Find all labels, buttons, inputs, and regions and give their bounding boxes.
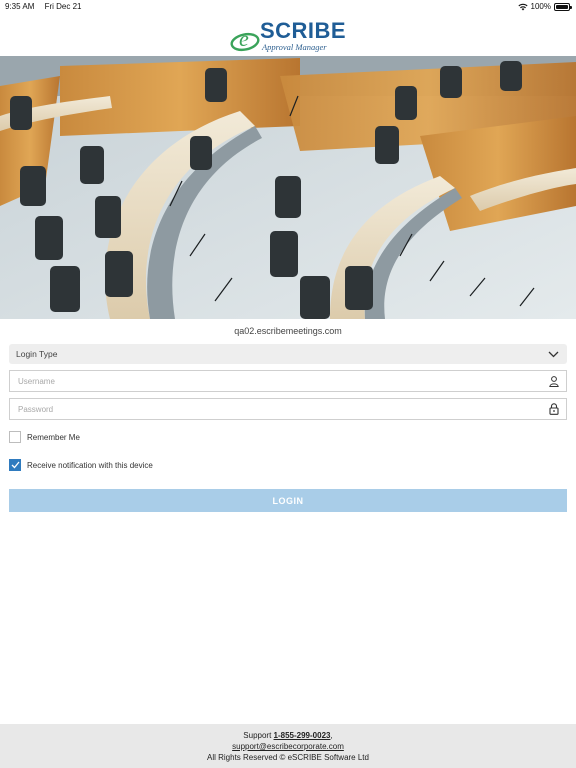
- logo-subtitle: Approval Manager: [261, 42, 327, 52]
- hero-image: [0, 56, 576, 319]
- support-email-link[interactable]: support@escribecorporate.com: [232, 742, 344, 751]
- support-phone-link[interactable]: 1-855-299-0023: [274, 731, 331, 740]
- council-chamber-photo: [0, 56, 576, 319]
- status-date: Fri Dec 21: [44, 2, 82, 11]
- footer-support-line: Support 1-855-299-0023,: [0, 730, 576, 741]
- login-button[interactable]: LOGIN: [9, 489, 567, 512]
- status-time: 9:35 AM: [5, 2, 35, 11]
- escribe-logo: e SCRIBE Approval Manager: [230, 18, 346, 52]
- login-type-label: Login Type: [16, 349, 58, 359]
- remember-me-checkbox[interactable]: [9, 431, 21, 443]
- remember-me-row[interactable]: Remember Me: [9, 431, 80, 443]
- server-domain: qa02.escribemeetings.com: [234, 326, 342, 336]
- checkmark-icon: [11, 461, 20, 469]
- chevron-down-icon: [548, 351, 559, 357]
- support-comma: ,: [330, 731, 333, 740]
- wifi-icon: [517, 3, 528, 10]
- logo-e-swoosh-icon: e: [230, 26, 260, 52]
- battery-fill: [556, 4, 568, 9]
- logo-brand-name: SCRIBE: [259, 18, 347, 43]
- status-left: 9:35 AM Fri Dec 21: [5, 2, 90, 11]
- battery-percent: 100%: [530, 2, 551, 11]
- header: e SCRIBE Approval Manager: [0, 14, 576, 56]
- username-field[interactable]: [9, 370, 567, 392]
- battery-icon: [554, 2, 572, 11]
- user-icon: [549, 375, 559, 387]
- footer: Support 1-855-299-0023, support@escribec…: [0, 724, 576, 768]
- status-bar: 9:35 AM Fri Dec 21 100%: [0, 0, 576, 14]
- username-input[interactable]: [18, 376, 518, 386]
- password-field[interactable]: [9, 398, 567, 420]
- password-input[interactable]: [18, 404, 518, 414]
- remember-me-label: Remember Me: [27, 432, 80, 442]
- footer-email-line: support@escribecorporate.com: [0, 741, 576, 752]
- notification-checkbox[interactable]: [9, 459, 21, 471]
- login-type-select[interactable]: Login Type: [9, 344, 567, 364]
- logo-text: SCRIBE Approval Manager: [259, 18, 347, 53]
- status-right: 100%: [517, 2, 572, 11]
- support-prefix: Support: [243, 731, 274, 740]
- logo-e-letter: e: [239, 26, 249, 51]
- copyright-text: All Rights Reserved © eSCRIBE Software L…: [207, 753, 369, 762]
- notification-row[interactable]: Receive notification with this device: [9, 459, 153, 471]
- notification-label: Receive notification with this device: [27, 460, 153, 470]
- lock-icon: [549, 403, 559, 415]
